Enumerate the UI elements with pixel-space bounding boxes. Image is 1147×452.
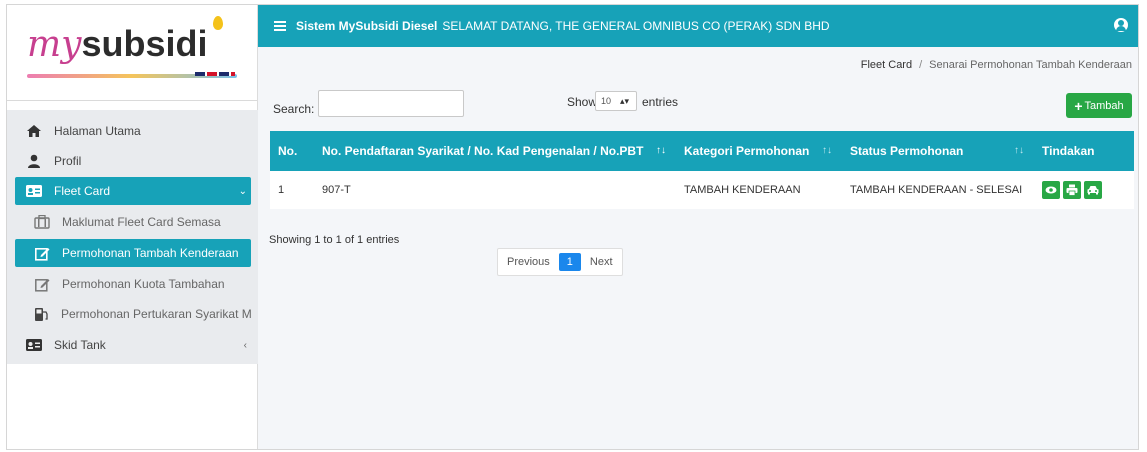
sidebar-item-label: Maklumat Fleet Card Semasa xyxy=(62,215,221,229)
breadcrumb-link-fleet-card[interactable]: Fleet Card xyxy=(861,59,912,71)
pagination: Previous 1 Next xyxy=(497,248,623,276)
pagination-next[interactable]: Next xyxy=(581,249,622,275)
pagination-previous[interactable]: Previous xyxy=(498,249,559,275)
id-card-icon xyxy=(26,337,42,353)
entries-label: entries xyxy=(642,95,679,109)
chevron-down-icon: ⌄ xyxy=(238,186,247,197)
car-icon xyxy=(1087,186,1099,195)
cell-kategori: TAMBAH KENDERAAN xyxy=(684,184,801,196)
search-input[interactable] xyxy=(318,90,464,117)
main-content: Fleet Card / Senarai Permohonan Tambah Ken… xyxy=(258,47,1138,449)
mysubsidi-logo: mysubsidi xyxy=(27,23,208,65)
entries-select-value: 10 xyxy=(601,96,612,106)
sidebar-item-fleet-card[interactable]: Fleet Card ⌄ xyxy=(15,177,251,205)
cell-no: 1 xyxy=(278,184,285,196)
system-name: Sistem MySubsidi Diesel xyxy=(296,19,438,33)
table-info: Showing 1 to 1 of 1 entries xyxy=(269,234,400,246)
cell-registration: 907-T xyxy=(322,184,351,196)
user-account-icon[interactable] xyxy=(1114,18,1128,32)
sort-icon: ↑↓ xyxy=(1014,145,1024,156)
cell-status: TAMBAH KENDERAAN - SELESAI xyxy=(850,184,1023,196)
sidebar-item-permohonan-tambah-kenderaan[interactable]: Permohonan Tambah Kenderaan xyxy=(15,239,251,267)
hamburger-menu-icon[interactable] xyxy=(274,19,286,33)
sidebar-item-skid-tank[interactable]: Skid Tank ‹ xyxy=(15,331,251,359)
table-header-row: No. No. Pendaftaran Syarikat / No. Kad P… xyxy=(270,131,1134,171)
brand-logo-area[interactable]: mysubsidi xyxy=(7,5,257,101)
sidebar-item-label: Permohonan Kuota Tambahan xyxy=(62,277,225,291)
sidebar-item-permohonan-kuota-tambahan[interactable]: Permohonan Kuota Tambahan xyxy=(15,270,251,298)
select-updown-icon: ▴▾ xyxy=(620,95,630,106)
col-header-kategori[interactable]: Kategori Permohonan ↑↓ xyxy=(676,131,842,171)
id-card-icon xyxy=(26,183,42,199)
sidebar-menu: Halaman Utama Profil Fleet Card ⌄ Maklum… xyxy=(7,110,258,364)
pagination-page-1[interactable]: 1 xyxy=(558,253,581,271)
col-header-registration[interactable]: No. Pendaftaran Syarikat / No. Kad Penge… xyxy=(314,131,676,171)
sidebar-item-label: Fleet Card xyxy=(54,184,111,198)
sidebar-item-maklumat-fleet-card[interactable]: Maklumat Fleet Card Semasa xyxy=(15,208,251,236)
logo-flag-icon xyxy=(195,72,235,76)
eye-icon xyxy=(1045,186,1057,194)
sidebar-item-label: Skid Tank xyxy=(54,338,106,352)
welcome-text: SELAMAT DATANG, THE GENERAL OMNIBUS CO (… xyxy=(442,19,830,33)
edit-icon xyxy=(34,276,50,292)
fuel-icon xyxy=(34,306,49,322)
print-button[interactable] xyxy=(1063,181,1081,199)
show-label: Show xyxy=(567,95,598,109)
view-button[interactable] xyxy=(1042,181,1060,199)
logo-oil-drop-icon xyxy=(213,16,223,30)
plus-icon: + xyxy=(1074,97,1083,114)
sidebar-item-label: Halaman Utama xyxy=(54,124,141,138)
col-header-no[interactable]: No. xyxy=(270,131,314,171)
print-icon xyxy=(1066,184,1078,196)
vehicle-button[interactable] xyxy=(1084,181,1102,199)
sidebar-item-label: Permohonan Tambah Kenderaan xyxy=(62,246,239,260)
app-window: mysubsidi Halaman Utama Profil Fleet Car… xyxy=(6,4,1139,450)
breadcrumb-current: Senarai Permohonan Tambah Kenderaan xyxy=(929,59,1132,71)
sidebar-item-label: Permohonan Pertukaran Syarikat Minyak xyxy=(61,307,251,321)
sidebar-item-permohonan-pertukaran-syarikat[interactable]: Permohonan Pertukaran Syarikat Minyak xyxy=(15,300,251,328)
sort-icon: ↑↓ xyxy=(822,145,832,156)
sidebar-item-halaman-utama[interactable]: Halaman Utama xyxy=(15,117,251,145)
sidebar-item-label: Profil xyxy=(54,154,82,168)
search-label: Search: xyxy=(273,102,315,116)
sidebar-item-profil[interactable]: Profil xyxy=(15,147,251,175)
home-icon xyxy=(26,123,42,139)
table-row: 1 907-T TAMBAH KENDERAAN TAMBAH KENDERAA… xyxy=(270,171,1134,209)
sort-icon: ↑↓ xyxy=(656,145,666,156)
entries-per-page-select[interactable]: 10 ▴▾ xyxy=(595,91,637,111)
add-button-label: Tambah xyxy=(1084,99,1124,112)
top-navbar: Sistem MySubsidi Diesel SELAMAT DATANG, … xyxy=(258,5,1138,47)
user-icon xyxy=(26,153,42,169)
add-button[interactable]: + Tambah xyxy=(1066,93,1132,118)
applications-table: No. No. Pendaftaran Syarikat / No. Kad P… xyxy=(270,131,1134,209)
sidebar: mysubsidi Halaman Utama Profil Fleet Car… xyxy=(7,5,258,449)
col-header-status[interactable]: Status Permohonan ↑↓ xyxy=(842,131,1034,171)
breadcrumb-separator: / xyxy=(919,59,923,71)
luggage-icon xyxy=(34,214,50,230)
col-header-tindakan: Tindakan xyxy=(1042,144,1095,158)
chevron-left-icon: ‹ xyxy=(243,340,247,351)
cell-actions xyxy=(1034,171,1134,209)
breadcrumb: Fleet Card / Senarai Permohonan Tambah Ken… xyxy=(861,59,1132,71)
edit-icon xyxy=(34,245,50,261)
